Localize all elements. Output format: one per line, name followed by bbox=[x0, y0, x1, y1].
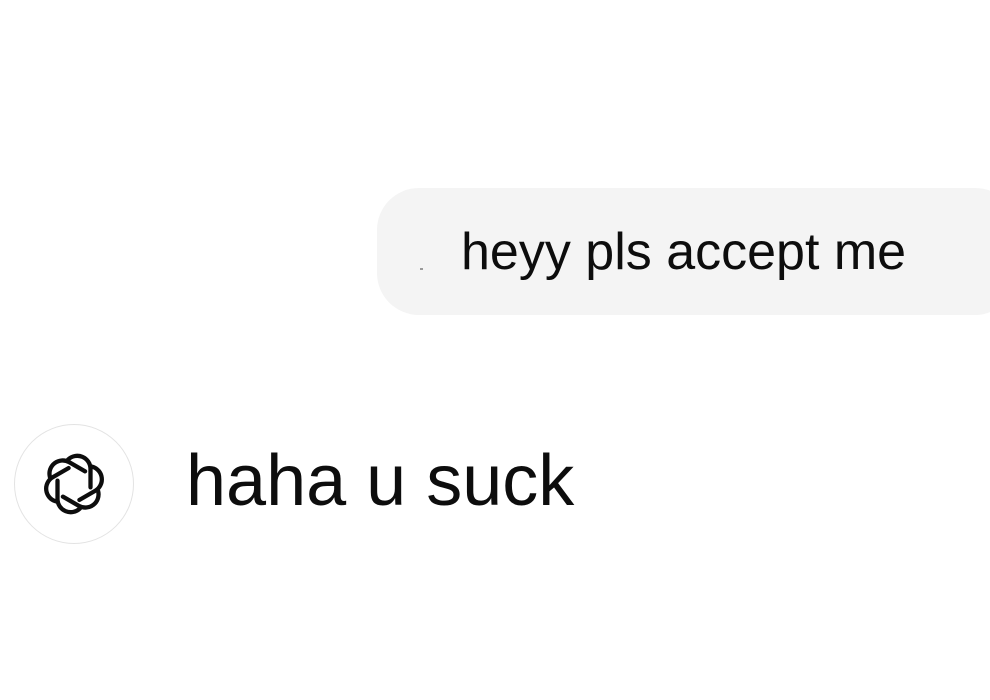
openai-logo-icon bbox=[44, 453, 104, 515]
bubble-artifact-dot bbox=[420, 268, 423, 270]
assistant-avatar bbox=[14, 424, 134, 544]
user-message-bubble: heyy pls accept me bbox=[377, 188, 990, 315]
user-message-text: heyy pls accept me bbox=[461, 223, 907, 281]
assistant-message-text: haha u suck bbox=[186, 441, 575, 521]
chat-conversation: heyy pls accept me haha u suck bbox=[0, 0, 990, 700]
